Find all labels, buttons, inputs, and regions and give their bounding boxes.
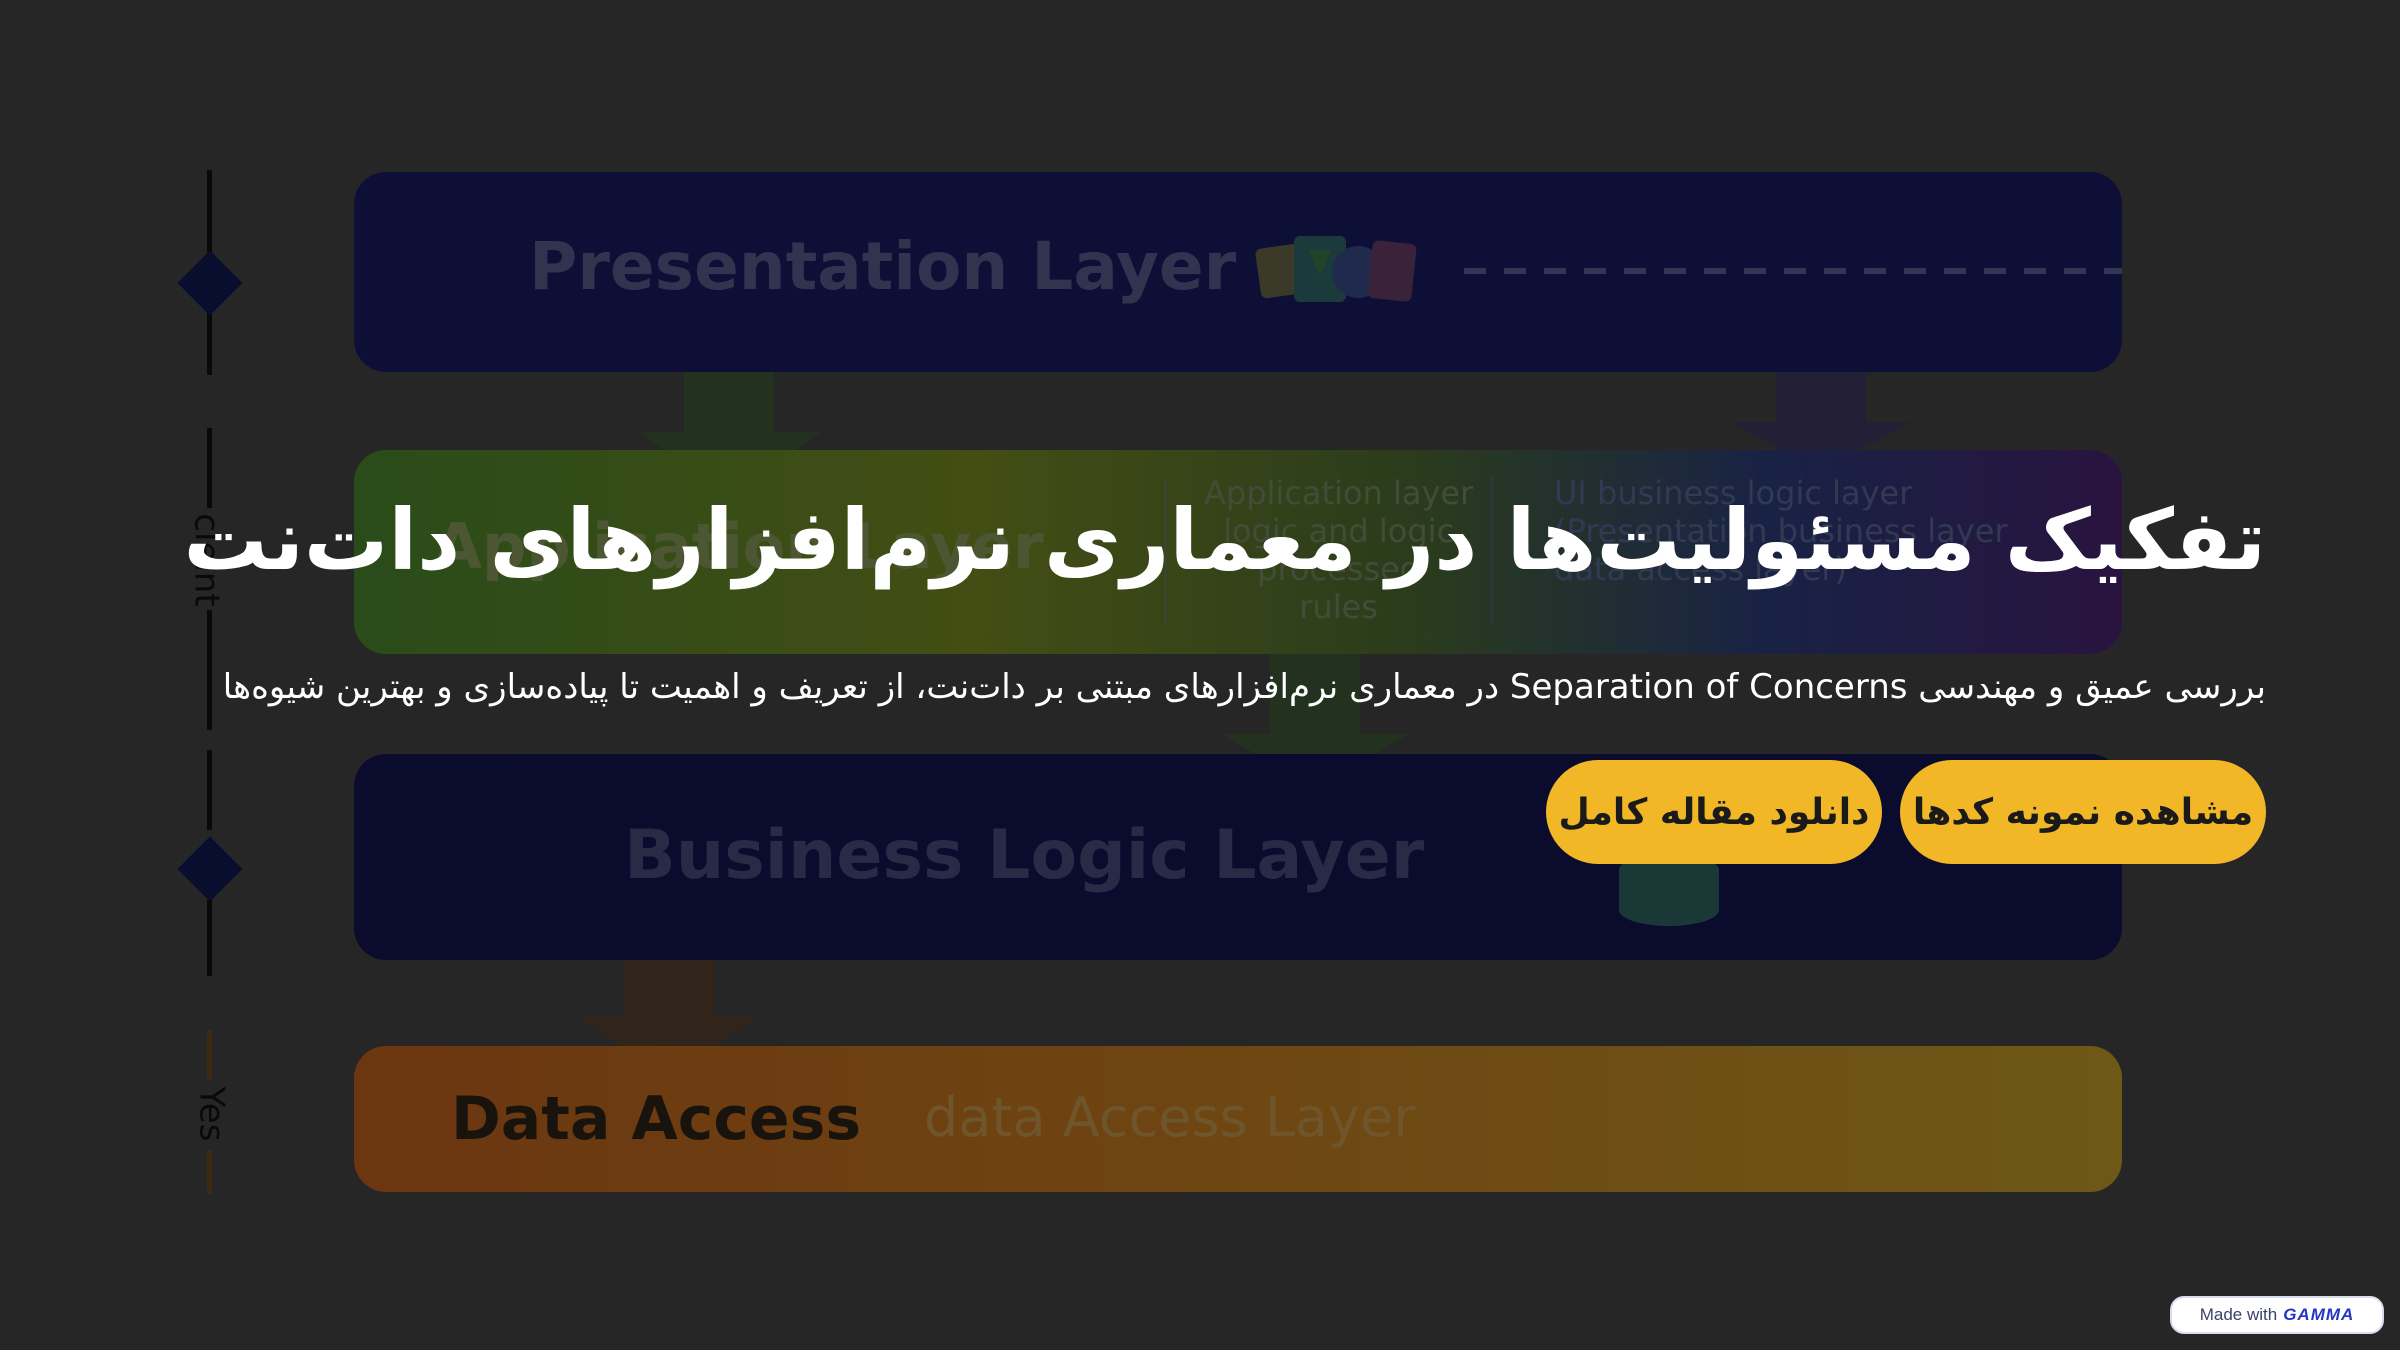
made-with-gamma-badge[interactable]: Made with GAMMA	[2170, 1296, 2384, 1334]
slide: cleint Yes Presentation Layer Applicatio…	[0, 0, 2400, 1350]
page-title: تفکیک مسئولیت‌ها در معماری نرم‌افزارهای …	[183, 491, 2266, 589]
download-article-button[interactable]: دانلود مقاله کامل	[1546, 760, 1882, 864]
gamma-logo-icon: GAMMA	[2283, 1305, 2355, 1324]
badge-prefix: Made with	[2199, 1305, 2278, 1324]
view-code-samples-button[interactable]: مشاهده نمونه کدها	[1900, 760, 2266, 864]
page-subtitle: بررسی عمیق و مهندسی Separation of Concer…	[222, 667, 2266, 707]
